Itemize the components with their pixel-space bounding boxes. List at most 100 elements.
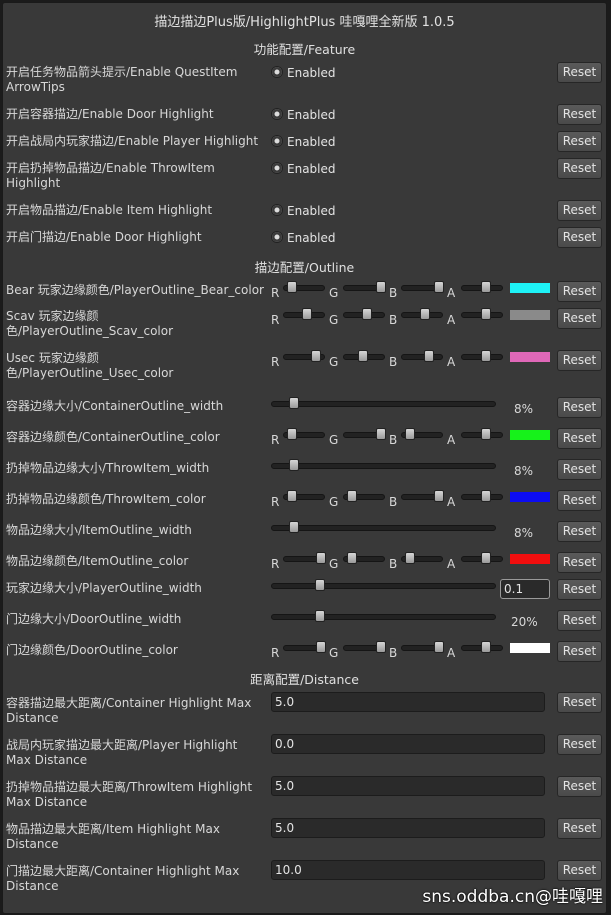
reset-button[interactable]: Reset (557, 308, 602, 329)
color-a-slider[interactable] (461, 308, 503, 320)
color-r-slider[interactable] (283, 490, 325, 502)
color-b-slider[interactable] (401, 281, 444, 293)
color-g-slider[interactable] (343, 552, 385, 564)
color-b-slider[interactable] (401, 350, 443, 362)
distance-input[interactable]: 0.0 (271, 734, 545, 754)
color-a-slider[interactable] (461, 490, 503, 502)
slider-thumb[interactable] (424, 350, 434, 362)
slider-thumb[interactable] (405, 552, 415, 564)
color-a-slider[interactable] (461, 281, 503, 293)
color-b-slider[interactable] (401, 428, 443, 440)
reset-button[interactable]: Reset (557, 776, 602, 797)
color-r-slider[interactable] (283, 308, 325, 320)
feature-toggle[interactable]: Enabled (271, 231, 336, 245)
slider-thumb[interactable] (311, 350, 321, 362)
feature-toggle[interactable]: Enabled (271, 204, 336, 218)
slider-thumb[interactable] (315, 579, 325, 591)
slider-thumb[interactable] (434, 641, 444, 653)
reset-button[interactable]: Reset (557, 490, 602, 511)
reset-button[interactable]: Reset (557, 552, 602, 573)
feature-toggle[interactable]: Enabled (271, 66, 336, 80)
color-swatch[interactable] (510, 310, 550, 320)
distance-input[interactable]: 5.0 (271, 818, 545, 838)
reset-button[interactable]: Reset (557, 579, 602, 600)
color-g-slider[interactable] (343, 428, 386, 440)
slider-thumb[interactable] (481, 350, 491, 362)
slider-thumb[interactable] (481, 490, 491, 502)
color-swatch[interactable] (510, 283, 550, 293)
color-swatch[interactable] (510, 430, 550, 440)
slider-thumb[interactable] (287, 428, 297, 440)
width-input[interactable]: 0.1 (500, 579, 550, 599)
slider-thumb[interactable] (434, 281, 444, 293)
reset-button[interactable]: Reset (557, 428, 602, 449)
slider-thumb[interactable] (420, 308, 430, 320)
color-a-slider[interactable] (461, 428, 503, 440)
color-r-slider[interactable] (283, 641, 326, 653)
reset-button[interactable]: Reset (557, 62, 602, 83)
color-r-slider[interactable] (283, 428, 325, 440)
reset-button[interactable]: Reset (557, 200, 602, 221)
width-slider[interactable] (271, 610, 496, 622)
width-slider[interactable] (271, 397, 496, 409)
reset-button[interactable]: Reset (557, 521, 602, 542)
width-slider[interactable] (271, 521, 496, 533)
color-a-slider[interactable] (461, 552, 503, 564)
distance-input[interactable]: 5.0 (271, 692, 545, 712)
color-r-slider[interactable] (283, 350, 325, 362)
reset-button[interactable]: Reset (557, 734, 602, 755)
reset-button[interactable]: Reset (557, 281, 602, 302)
slider-thumb[interactable] (376, 428, 386, 440)
color-b-slider[interactable] (401, 552, 443, 564)
color-g-slider[interactable] (343, 641, 386, 653)
slider-thumb[interactable] (287, 281, 297, 293)
width-slider[interactable] (271, 579, 496, 591)
slider-thumb[interactable] (302, 308, 312, 320)
color-b-slider[interactable] (401, 641, 444, 653)
slider-thumb[interactable] (287, 490, 297, 502)
slider-thumb[interactable] (347, 552, 357, 564)
slider-thumb[interactable] (481, 308, 491, 320)
reset-button[interactable]: Reset (557, 641, 602, 662)
color-swatch[interactable] (510, 492, 550, 502)
slider-thumb[interactable] (316, 552, 326, 564)
reset-button[interactable]: Reset (557, 860, 602, 881)
slider-thumb[interactable] (405, 428, 415, 440)
slider-thumb[interactable] (376, 641, 386, 653)
slider-thumb[interactable] (289, 459, 299, 471)
slider-thumb[interactable] (481, 552, 491, 564)
slider-thumb[interactable] (481, 428, 491, 440)
color-g-slider[interactable] (343, 490, 385, 502)
reset-button[interactable]: Reset (557, 397, 602, 418)
reset-button[interactable]: Reset (557, 350, 602, 371)
color-a-slider[interactable] (461, 350, 503, 362)
distance-input[interactable]: 10.0 (271, 860, 545, 880)
color-b-slider[interactable] (401, 490, 444, 502)
distance-input[interactable]: 5.0 (271, 776, 545, 796)
reset-button[interactable]: Reset (557, 104, 602, 125)
slider-thumb[interactable] (362, 308, 372, 320)
reset-button[interactable]: Reset (557, 818, 602, 839)
reset-button[interactable]: Reset (557, 158, 602, 179)
reset-button[interactable]: Reset (557, 227, 602, 248)
width-slider[interactable] (271, 459, 496, 471)
slider-thumb[interactable] (376, 281, 386, 293)
feature-toggle[interactable]: Enabled (271, 162, 336, 176)
color-r-slider[interactable] (283, 552, 326, 564)
slider-thumb[interactable] (289, 397, 299, 409)
slider-thumb[interactable] (316, 641, 326, 653)
slider-thumb[interactable] (434, 490, 444, 502)
reset-button[interactable]: Reset (557, 459, 602, 480)
color-a-slider[interactable] (461, 641, 503, 653)
reset-button[interactable]: Reset (557, 131, 602, 152)
feature-toggle[interactable]: Enabled (271, 135, 336, 149)
color-g-slider[interactable] (343, 308, 385, 320)
feature-toggle[interactable]: Enabled (271, 108, 336, 122)
slider-thumb[interactable] (481, 281, 491, 293)
slider-thumb[interactable] (358, 350, 368, 362)
reset-button[interactable]: Reset (557, 610, 602, 631)
color-swatch[interactable] (510, 643, 550, 653)
color-r-slider[interactable] (283, 281, 325, 293)
slider-thumb[interactable] (289, 521, 299, 533)
color-g-slider[interactable] (343, 281, 386, 293)
